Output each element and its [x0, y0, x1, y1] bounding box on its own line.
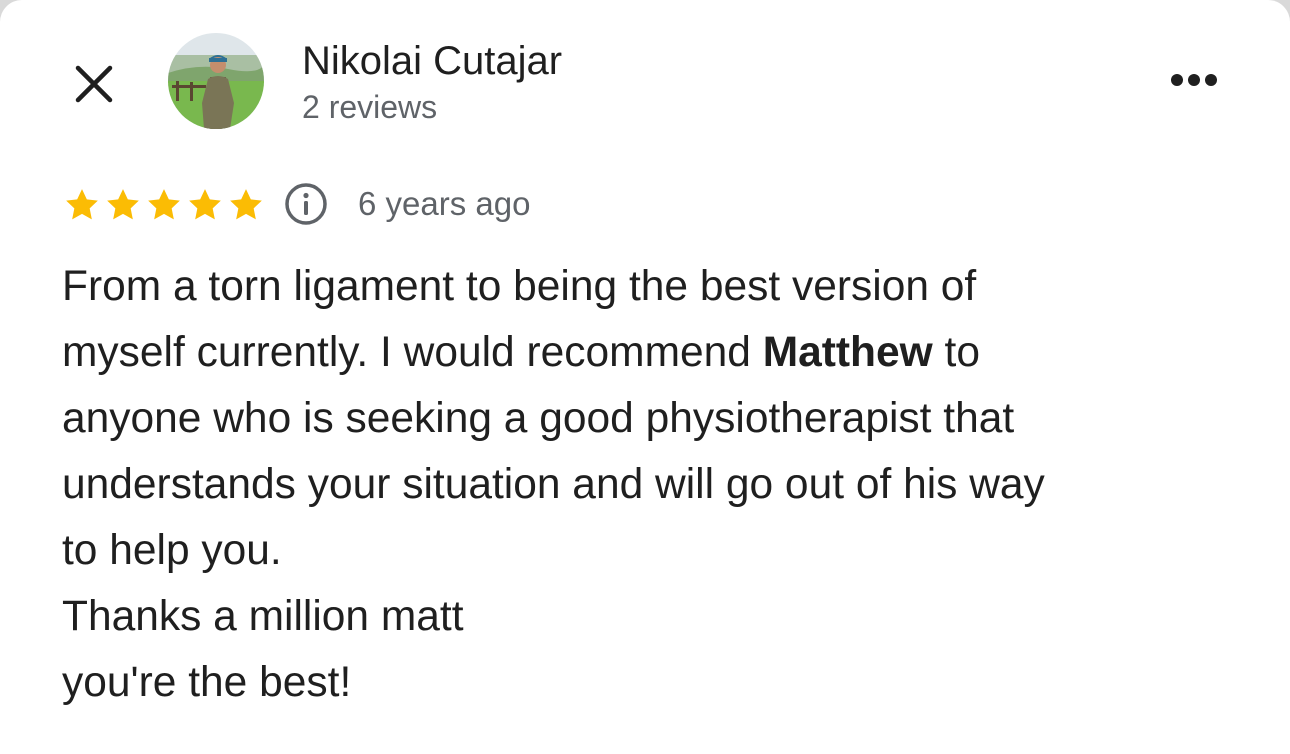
review-text-segment: to — [932, 329, 980, 376]
info-icon — [285, 183, 327, 225]
more-options-button[interactable] — [1162, 58, 1226, 102]
info-button[interactable] — [284, 182, 328, 226]
review-text-line: From a torn ligament to being the best v… — [62, 263, 977, 310]
review-text-line: anyone who is seeking a good physiothera… — [62, 395, 1015, 442]
review-text-line: myself currently. I would recommend Matt… — [62, 320, 1242, 386]
review-text-segment: myself currently. I would recommend — [62, 329, 763, 376]
author-name[interactable]: Nikolai Cutajar — [302, 38, 562, 84]
review-text: From a torn ligament to being the best v… — [62, 254, 1242, 716]
avatar[interactable] — [168, 33, 264, 129]
close-button[interactable] — [66, 56, 122, 112]
review-date: 6 years ago — [358, 185, 531, 222]
star-icon — [66, 189, 98, 220]
review-detail-sheet: Nikolai Cutajar 2 reviews 6 years ago Fr… — [0, 0, 1290, 754]
star-rating — [62, 183, 267, 227]
star-icon — [230, 189, 262, 220]
review-text-line: to help you. — [62, 527, 282, 574]
review-text-line: Thanks a million matt — [62, 593, 464, 640]
review-text-bold: Matthew — [762, 329, 933, 376]
star-icon — [148, 189, 180, 220]
review-text-line: you're the best! — [62, 659, 352, 706]
star-icon — [107, 189, 139, 220]
more-horizontal-icon — [1171, 74, 1217, 86]
star-icon — [189, 189, 221, 220]
review-count: 2 reviews — [302, 89, 438, 125]
review-text-line: understands your situation and will go o… — [62, 461, 1045, 508]
close-icon — [75, 65, 113, 103]
avatar-photo — [168, 33, 264, 129]
